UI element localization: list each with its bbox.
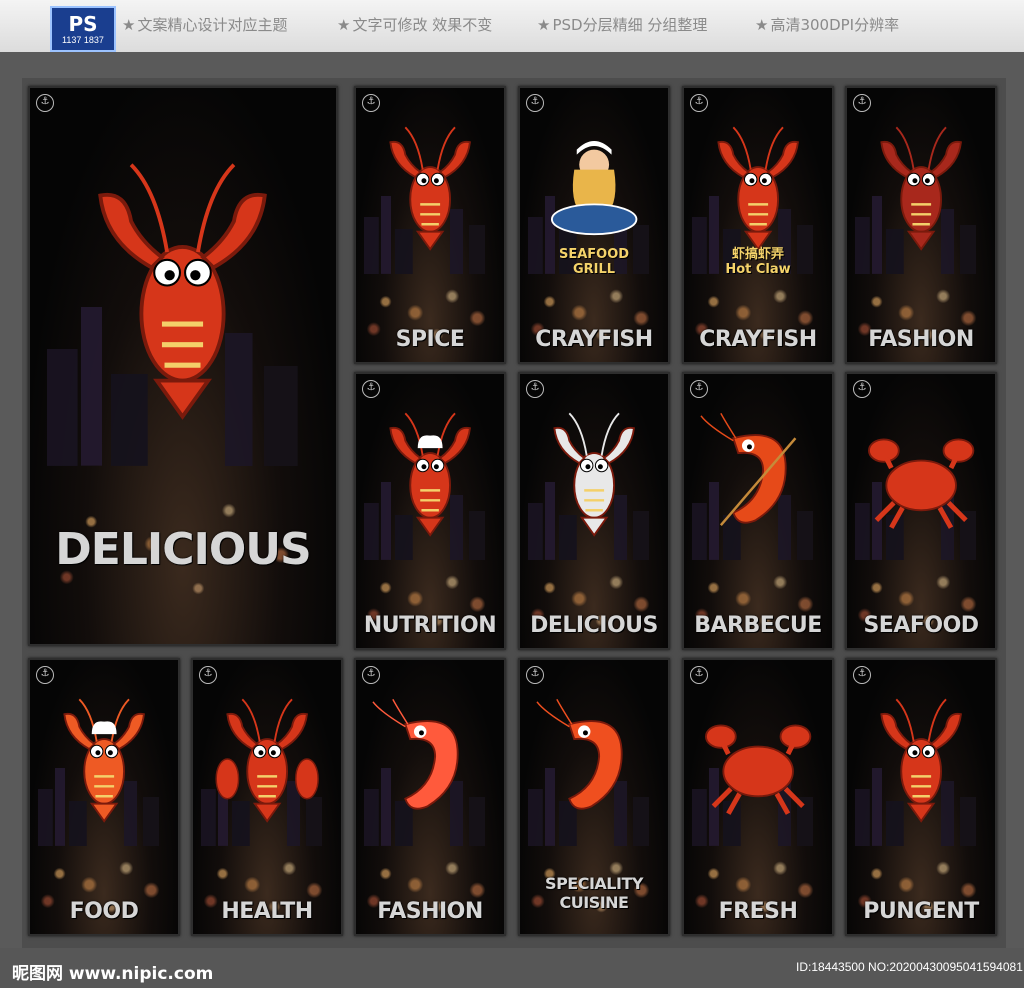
poster-gallery: ⚓ DELICIOUS ⚓ SPICE ⚓ SEAFOOD GRILL CRAYFISH ⚓ 虾搞…: [22, 78, 1006, 948]
lobster-icon: [54, 132, 311, 454]
shrimp-skewer-icon: [696, 396, 820, 555]
crayfish-icon: [368, 110, 492, 269]
shrimp-icon: [368, 682, 492, 841]
shrimp-icon: [532, 682, 656, 841]
poster-card[interactable]: ⚓ FASHION: [354, 658, 506, 936]
poster-title: SPECIALITY CUISINE: [545, 874, 643, 912]
feature-item: ★ 高清300DPI分辨率: [755, 16, 900, 34]
poster-card[interactable]: ⚓ DELICIOUS: [518, 372, 670, 650]
chef-girl-icon: [532, 110, 656, 269]
poster-badge-line: 虾搞虾弄: [731, 246, 784, 262]
poster-card[interactable]: ⚓ SPECIALITY CUISINE: [518, 658, 670, 936]
poster-badge-line: SEAFOOD: [558, 246, 630, 262]
poster-title: DELICIOUS: [530, 613, 658, 638]
poster-card[interactable]: ⚓ SEAFOOD GRILL CRAYFISH: [518, 86, 670, 364]
shrimp-chef-icon: [42, 682, 166, 841]
top-banner: PS 1137 1837 ★ 文案精心设计对应主题 ★ 文字可修改 效果不变 ★ PS…: [0, 0, 1024, 52]
shrimp-chef-icon: [368, 396, 492, 555]
star-icon: ★: [337, 16, 351, 34]
star-icon: ★: [755, 16, 769, 34]
poster-title: CRAYFISH: [535, 327, 653, 352]
crayfish-icon: [696, 110, 820, 269]
ps-badge-text: PS: [68, 11, 98, 36]
star-icon: ★: [537, 16, 551, 34]
poster-title: SPICE: [395, 327, 465, 352]
poster-card[interactable]: ⚓ SPICE: [354, 86, 506, 364]
crab-icon: [859, 396, 983, 555]
poster-card[interactable]: ⚓ PUNGENT: [845, 658, 997, 936]
star-icon: ★: [122, 16, 136, 34]
poster-badge: 虾搞虾弄 Hot Claw: [684, 247, 832, 277]
image-id: ID:18443500 NO:20200430095041594081: [796, 960, 1023, 974]
poster-title: SEAFOOD: [863, 613, 979, 638]
ps-badge-number: 1137 1837: [62, 34, 104, 45]
feature-item: ★ 文案精心设计对应主题: [122, 16, 288, 34]
poster-title: NUTRITION: [363, 613, 497, 638]
crayfish-icon: [859, 682, 983, 841]
poster-title: FASHION: [868, 327, 974, 352]
poster-title: FRESH: [718, 899, 798, 924]
lobster-icon: [859, 110, 983, 269]
poster-title: DELICIOUS: [55, 524, 311, 575]
brand-emblem-icon: ⚓: [36, 94, 54, 112]
poster-card[interactable]: ⚓ FASHION: [845, 86, 997, 364]
poster-title: FASHION: [377, 899, 483, 924]
poster-badge: SEAFOOD GRILL: [520, 247, 668, 277]
footer: 昵图网 www.nipic.com ID:18443500 NO:2020043…: [0, 948, 1024, 988]
poster-card[interactable]: ⚓ BARBECUE: [682, 372, 834, 650]
poster-card[interactable]: ⚓ SEAFOOD: [845, 372, 997, 650]
poster-title: CRAYFISH: [699, 327, 817, 352]
poster-card[interactable]: ⚓ FRESH: [682, 658, 834, 936]
poster-card[interactable]: ⚓ DELICIOUS: [28, 86, 338, 646]
feature-list: ★ 文案精心设计对应主题 ★ 文字可修改 效果不变 ★ PSD分层精细 分组整理 ★ 高…: [122, 14, 982, 36]
poster-title: PUNGENT: [863, 899, 979, 924]
poster-card[interactable]: ⚓ 虾搞虾弄 Hot Claw CRAYFISH: [682, 86, 834, 364]
poster-badge-line: GRILL: [572, 261, 616, 277]
poster-card[interactable]: ⚓ NUTRITION: [354, 372, 506, 650]
site-logo: 昵图网 www.nipic.com: [12, 964, 214, 984]
poster-title: HEALTH: [221, 899, 313, 924]
poster-badge-line: Hot Claw: [725, 261, 791, 277]
photoshop-badge: PS 1137 1837: [50, 6, 116, 52]
poster-title: FOOD: [69, 899, 139, 924]
poster-title: BARBECUE: [694, 613, 822, 638]
crayfish-group-icon: [205, 682, 329, 841]
feature-item: ★ PSD分层精细 分组整理: [537, 16, 708, 34]
crayfish-icon: [532, 396, 656, 555]
poster-card[interactable]: ⚓ FOOD: [28, 658, 180, 936]
feature-item: ★ 文字可修改 效果不变: [337, 16, 493, 34]
poster-card[interactable]: ⚓ HEALTH: [191, 658, 343, 936]
crab-icon: [696, 682, 820, 841]
